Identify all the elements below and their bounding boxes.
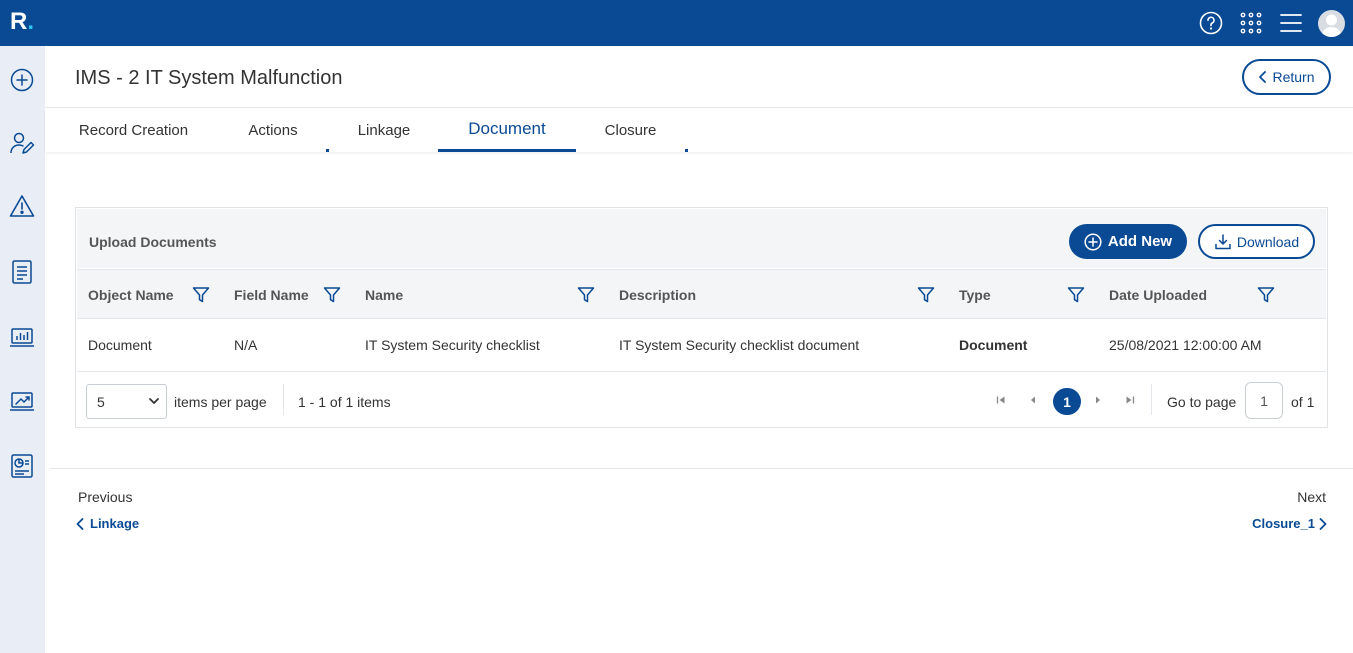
tab-indicator-mark xyxy=(685,149,688,152)
cell-date-uploaded: 25/08/2021 12:00:00 AM xyxy=(1109,337,1262,353)
download-icon xyxy=(1215,233,1231,249)
next-label: Next xyxy=(1297,489,1326,505)
document-list-icon[interactable] xyxy=(8,258,36,286)
first-page-icon[interactable] xyxy=(993,392,1009,408)
cell-field-name: N/A xyxy=(234,337,258,353)
chevron-down-icon xyxy=(149,398,159,404)
download-label: Download xyxy=(1236,233,1300,250)
tab-linkage[interactable]: Linkage xyxy=(340,108,428,152)
prev-page-icon[interactable] xyxy=(1025,392,1041,408)
column-header-description[interactable]: Description xyxy=(619,287,696,303)
add-new-label: Add New xyxy=(1107,233,1173,250)
pager-divider xyxy=(1151,384,1152,415)
filter-icon[interactable] xyxy=(917,286,935,304)
pagination-bar: 5 items per page 1 - 1 of 1 items 1 Go t… xyxy=(77,372,1326,427)
return-button[interactable]: Return xyxy=(1242,59,1331,95)
tab-indicator-mark xyxy=(326,149,329,152)
page-title: IMS - 2 IT System Malfunction xyxy=(75,67,343,89)
previous-label: Previous xyxy=(78,489,133,505)
column-header-type[interactable]: Type xyxy=(959,287,991,303)
pager-divider xyxy=(283,384,284,415)
add-new-button[interactable]: Add New xyxy=(1069,224,1187,259)
tab-closure[interactable]: Closure xyxy=(590,108,671,152)
table-row[interactable]: Document N/A IT System Security checklis… xyxy=(77,319,1326,372)
chevron-left-icon xyxy=(76,517,84,530)
user-edit-icon[interactable] xyxy=(8,130,36,158)
laptop-chart-icon[interactable] xyxy=(8,324,36,352)
logo-dot: . xyxy=(27,8,35,35)
goto-page-input[interactable] xyxy=(1245,382,1283,419)
next-closure-link[interactable]: Closure_1 xyxy=(1252,516,1327,531)
warning-icon[interactable] xyxy=(8,192,36,220)
current-page-button[interactable]: 1 xyxy=(1053,388,1081,415)
column-header-object-name[interactable]: Object Name xyxy=(88,287,174,303)
tab-bar: Record Creation Actions Linkage Document… xyxy=(45,108,1353,152)
chevron-right-icon xyxy=(1319,517,1327,530)
previous-link-label: Linkage xyxy=(90,516,140,531)
top-icons xyxy=(1198,8,1345,38)
sidebar xyxy=(0,46,45,653)
column-header-field-name[interactable]: Field Name xyxy=(234,287,309,303)
logo-letter: R xyxy=(10,8,28,35)
chevron-left-icon xyxy=(1259,71,1267,83)
tab-record-creation[interactable]: Record Creation xyxy=(67,108,200,152)
column-header-name[interactable]: Name xyxy=(365,287,403,303)
filter-icon[interactable] xyxy=(577,286,595,304)
upload-documents-panel: Upload Documents Add New Download Object… xyxy=(75,207,1328,428)
cell-object-name: Document xyxy=(88,337,152,353)
items-per-page-value: 5 xyxy=(97,393,105,410)
column-header-date-uploaded[interactable]: Date Uploaded xyxy=(1109,287,1207,303)
return-label: Return xyxy=(1272,69,1315,85)
filter-icon[interactable] xyxy=(1257,286,1275,304)
trend-chart-icon[interactable] xyxy=(8,388,36,416)
add-circle-icon xyxy=(1084,232,1102,251)
main-content: IMS - 2 IT System Malfunction Return Rec… xyxy=(45,46,1353,653)
next-page-icon[interactable] xyxy=(1090,392,1106,408)
last-page-icon[interactable] xyxy=(1122,392,1138,408)
cell-description: IT System Security checklist document xyxy=(619,337,860,353)
menu-icon[interactable] xyxy=(1278,10,1304,36)
total-pages-label: of 1 xyxy=(1291,394,1315,410)
tab-document[interactable]: Document xyxy=(438,108,576,152)
download-button[interactable]: Download xyxy=(1198,224,1315,259)
tab-actions[interactable]: Actions xyxy=(228,108,318,152)
filter-icon[interactable] xyxy=(192,286,210,304)
previous-linkage-link[interactable]: Linkage xyxy=(76,516,139,531)
next-link-label: Closure_1 xyxy=(1252,516,1315,531)
cell-name: IT System Security checklist xyxy=(365,337,540,353)
add-circle-icon[interactable] xyxy=(8,66,36,94)
top-bar: R. xyxy=(0,0,1353,46)
panel-title: Upload Documents xyxy=(89,234,217,250)
apps-grid-icon[interactable] xyxy=(1238,10,1264,36)
filter-icon[interactable] xyxy=(1067,286,1085,304)
cell-type[interactable]: Document xyxy=(959,337,1027,353)
help-icon[interactable] xyxy=(1198,10,1224,36)
footer-divider xyxy=(50,468,1353,469)
report-icon[interactable] xyxy=(8,452,36,480)
items-per-page-label: items per page xyxy=(174,394,267,410)
table-header: Object Name Field Name Name Description … xyxy=(77,269,1326,319)
panel-header: Upload Documents Add New Download xyxy=(77,209,1326,268)
user-avatar[interactable] xyxy=(1318,9,1345,37)
pager-range-text: 1 - 1 of 1 items xyxy=(298,394,391,410)
goto-page-label: Go to page xyxy=(1167,394,1237,410)
filter-icon[interactable] xyxy=(323,286,341,304)
items-per-page-select[interactable]: 5 xyxy=(86,384,167,419)
app-logo[interactable]: R. xyxy=(10,8,34,36)
